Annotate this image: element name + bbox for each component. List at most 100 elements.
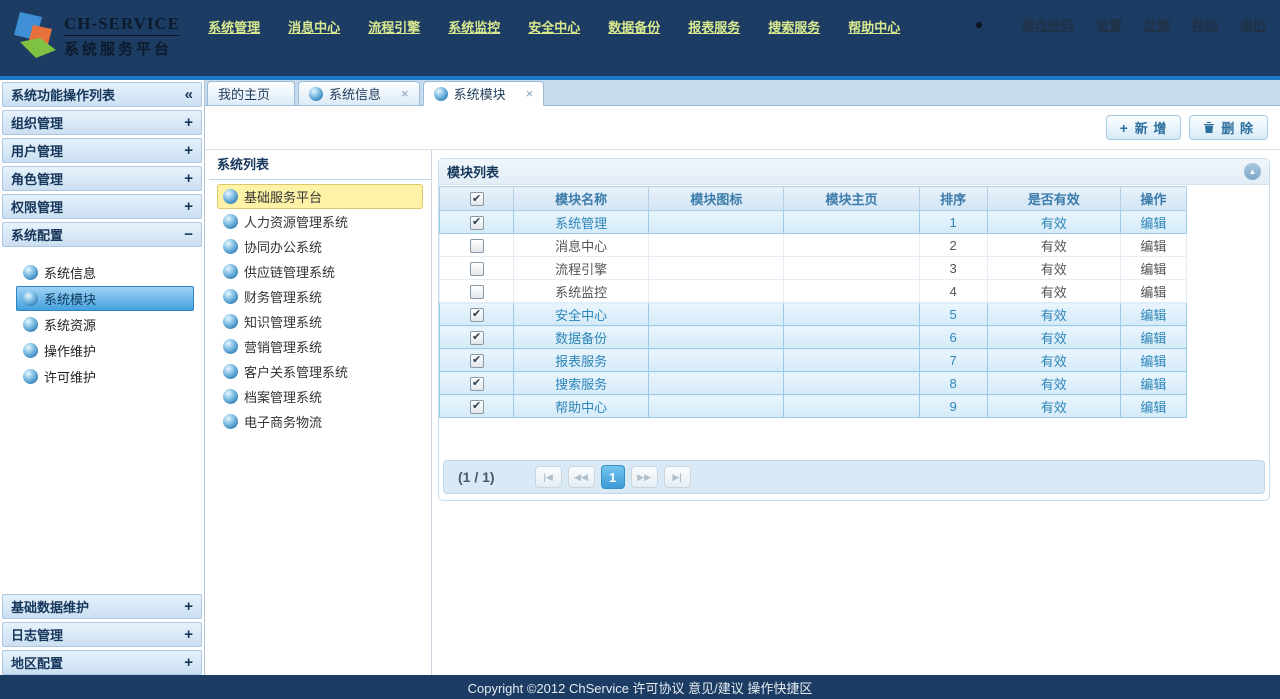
edit-link[interactable]: 编辑 <box>1140 377 1166 392</box>
cell-name: 数据备份 <box>514 326 649 349</box>
system-item-knowledge[interactable]: 知识管理系统 <box>217 309 423 334</box>
tab-home[interactable]: 我的主页 <box>207 81 295 105</box>
nav-item-message-center[interactable]: 消息中心 <box>288 17 340 36</box>
system-item-archive[interactable]: 档案管理系统 <box>217 384 423 409</box>
edit-link[interactable]: 编辑 <box>1140 354 1166 369</box>
tab-close-icon[interactable]: × <box>526 87 534 100</box>
system-item-base-platform[interactable]: 基础服务平台 <box>217 184 423 209</box>
cell-valid: 有效 <box>987 234 1120 257</box>
expand-icon[interactable]: + <box>184 198 193 215</box>
delete-button[interactable]: 删 除 <box>1189 115 1268 140</box>
edit-link[interactable]: 编辑 <box>1140 216 1166 231</box>
expand-icon[interactable]: + <box>184 654 193 671</box>
sidebar-group-permission[interactable]: 权限管理 + <box>2 194 202 219</box>
sidebar-item-system-resource[interactable]: 系统资源 <box>16 312 194 337</box>
panel-collapse-icon[interactable]: ▲ <box>1244 163 1261 180</box>
edit-link[interactable]: 编辑 <box>1140 262 1166 277</box>
system-list: 基础服务平台 人力资源管理系统 协同办公系统 供应链管理系统 财务管理系统 <box>209 180 431 438</box>
logout-link[interactable]: 退出 <box>1240 15 1266 34</box>
sidebar-spacer <box>2 400 202 591</box>
table-row: 系统监控 4 有效 编辑 <box>440 280 1187 303</box>
nav-item-process-engine[interactable]: 流程引擎 <box>368 17 420 36</box>
nav-item-system-monitor[interactable]: 系统监控 <box>448 17 500 36</box>
nav-item-security-center[interactable]: 安全中心 <box>528 17 580 36</box>
sidebar-group-system-config[interactable]: 系统配置 − <box>2 222 202 247</box>
system-item-finance[interactable]: 财务管理系统 <box>217 284 423 309</box>
nav-item-help-center[interactable]: 帮助中心 <box>848 17 900 36</box>
row-checkbox[interactable] <box>470 239 484 253</box>
cell-icon <box>649 303 784 326</box>
row-checkbox[interactable] <box>470 262 484 276</box>
cell-icon <box>649 234 784 257</box>
cell-home <box>784 349 919 372</box>
row-checkbox[interactable] <box>470 400 484 414</box>
current-page-button[interactable]: 1 <box>601 465 625 489</box>
last-page-button[interactable]: ▶| <box>664 466 691 488</box>
system-item-scm[interactable]: 供应链管理系统 <box>217 259 423 284</box>
cell-icon <box>649 211 784 234</box>
first-page-button[interactable]: |◀ <box>535 466 562 488</box>
expand-icon[interactable]: + <box>184 598 193 615</box>
module-list-title: 模块列表 <box>447 162 499 181</box>
sidebar-item-system-module[interactable]: 系统模块 <box>16 286 194 311</box>
tab-close-icon[interactable]: × <box>401 87 409 100</box>
main-nav: 系统管理 消息中心 流程引擎 系统监控 安全中心 数据备份 报表服务 搜索服务 … <box>180 0 900 36</box>
sidebar-header[interactable]: 系统功能操作列表 « <box>2 82 202 107</box>
row-checkbox[interactable] <box>470 354 484 368</box>
sphere-icon <box>223 214 238 229</box>
expand-icon[interactable]: + <box>184 114 193 131</box>
edit-link[interactable]: 编辑 <box>1140 331 1166 346</box>
nav-item-report-service[interactable]: 报表服务 <box>688 17 740 36</box>
sidebar-group-role[interactable]: 角色管理 + <box>2 166 202 191</box>
sidebar-group-region[interactable]: 地区配置 + <box>2 650 202 675</box>
row-checkbox[interactable] <box>470 285 484 299</box>
expand-icon[interactable]: + <box>184 626 193 643</box>
row-checkbox[interactable] <box>470 216 484 230</box>
nav-item-search-service[interactable]: 搜索服务 <box>768 17 820 36</box>
sidebar-item-operation-maintain[interactable]: 操作维护 <box>16 338 194 363</box>
sidebar-group-log[interactable]: 日志管理 + <box>2 622 202 647</box>
tab-system-module[interactable]: 系统模块 × <box>423 81 545 106</box>
copyright-text: Copyright ©2012 ChService 许可协议 意见/建议 操作快… <box>468 678 813 697</box>
cell-name: 帮助中心 <box>514 395 649 418</box>
add-button[interactable]: + 新 增 <box>1106 115 1182 140</box>
cell-name: 报表服务 <box>514 349 649 372</box>
expand-icon[interactable]: + <box>184 170 193 187</box>
edit-link[interactable]: 编辑 <box>1140 239 1166 254</box>
row-checkbox[interactable] <box>470 308 484 322</box>
table-row: 数据备份 6 有效 编辑 <box>440 326 1187 349</box>
tab-system-info[interactable]: 系统信息 × <box>298 81 420 105</box>
settings-link[interactable]: 设置 <box>1096 15 1122 34</box>
sidebar-group-base-data[interactable]: 基础数据维护 + <box>2 594 202 619</box>
sidebar-group-org[interactable]: 组织管理 + <box>2 110 202 135</box>
system-item-ecommerce[interactable]: 电子商务物流 <box>217 409 423 434</box>
nav-item-system-admin[interactable]: 系统管理 <box>208 17 260 36</box>
system-item-crm[interactable]: 客户关系管理系统 <box>217 359 423 384</box>
prev-page-button[interactable]: ◀◀ <box>568 466 595 488</box>
row-checkbox[interactable] <box>470 331 484 345</box>
system-item-oa[interactable]: 协同办公系统 <box>217 234 423 259</box>
sidebar-collapse-icon[interactable]: « <box>185 86 193 103</box>
edit-link[interactable]: 编辑 <box>1140 285 1166 300</box>
edit-link[interactable]: 编辑 <box>1140 308 1166 323</box>
select-all-checkbox[interactable] <box>470 192 484 206</box>
expand-icon[interactable]: + <box>184 142 193 159</box>
sidebar-group-user[interactable]: 用户管理 + <box>2 138 202 163</box>
change-password-link[interactable]: 修改密码 <box>1022 15 1074 34</box>
help-link[interactable]: 帮助 <box>1192 15 1218 34</box>
feedback-link[interactable]: 反馈 <box>1144 15 1170 34</box>
sidebar-item-system-info[interactable]: 系统信息 <box>16 260 194 285</box>
collapse-group-icon[interactable]: − <box>184 226 193 243</box>
nav-item-data-backup[interactable]: 数据备份 <box>608 17 660 36</box>
table-row: 帮助中心 9 有效 编辑 <box>440 395 1187 418</box>
row-checkbox[interactable] <box>470 377 484 391</box>
sphere-icon <box>223 264 238 279</box>
sidebar-item-license-maintain[interactable]: 许可维护 <box>16 364 194 389</box>
next-page-button[interactable]: ▶▶ <box>631 466 658 488</box>
system-item-marketing[interactable]: 营销管理系统 <box>217 334 423 359</box>
column-header-action: 操作 <box>1120 187 1186 211</box>
edit-link[interactable]: 编辑 <box>1140 400 1166 415</box>
sphere-icon <box>23 369 38 384</box>
status-dot-icon <box>976 22 982 28</box>
system-item-hr[interactable]: 人力资源管理系统 <box>217 209 423 234</box>
